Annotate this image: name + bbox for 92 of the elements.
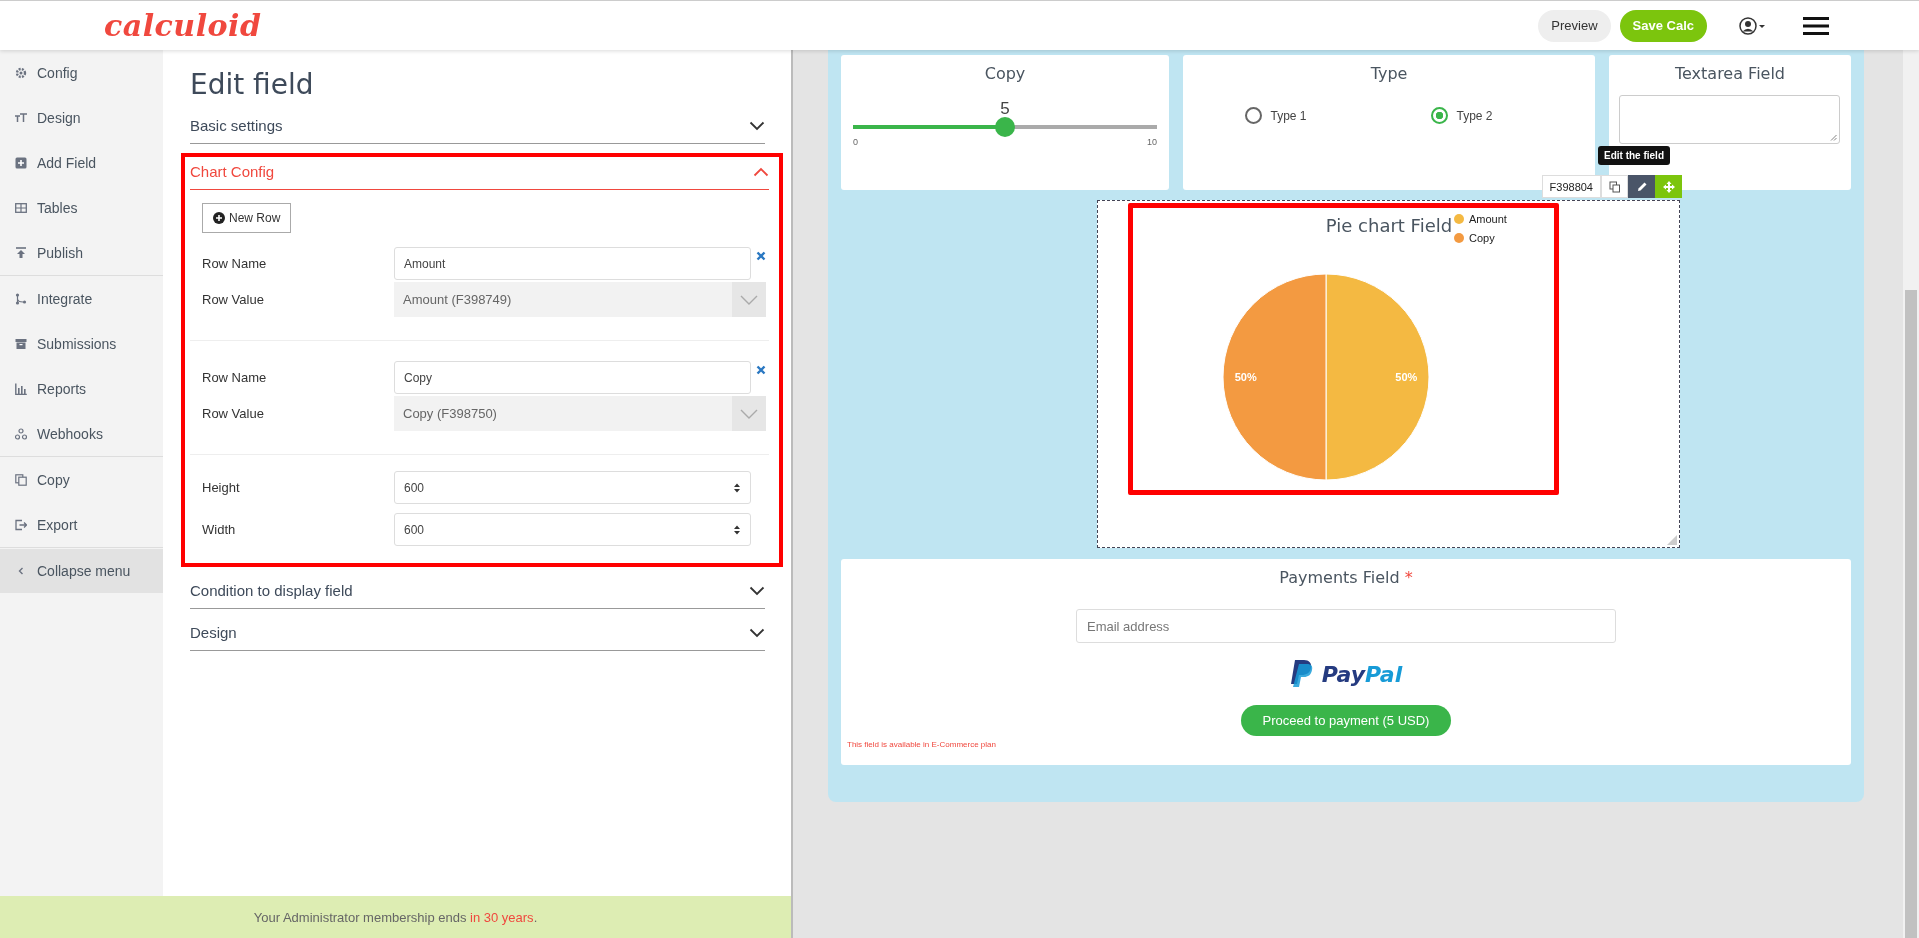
move-icon xyxy=(1662,180,1675,193)
plus-square-icon xyxy=(15,156,27,169)
sidebar-item[interactable]: Reports xyxy=(0,366,163,411)
spinner-icon xyxy=(733,481,741,494)
sidebar-item[interactable]: Export xyxy=(0,502,163,547)
menu-icon[interactable] xyxy=(1803,16,1829,35)
slider-thumb[interactable] xyxy=(995,117,1015,137)
field-title: Payments Field * xyxy=(1279,568,1413,587)
branch-icon xyxy=(15,292,27,305)
scrollbar[interactable] xyxy=(1903,50,1919,938)
plan-notice: This field is available in E-Commerce plan xyxy=(847,740,996,749)
sidebar-item[interactable]: Add Field xyxy=(0,140,163,185)
chart-title: Pie chart Field xyxy=(1325,215,1453,236)
accordion-header[interactable]: Design xyxy=(190,618,765,651)
field-label: Row Name xyxy=(202,370,268,385)
slider-value: 5 xyxy=(1000,99,1010,119)
field-label: Row Name xyxy=(202,256,268,271)
archive-icon xyxy=(15,337,27,350)
paypal-p-icon xyxy=(1289,660,1314,688)
legend-marker xyxy=(1454,214,1464,224)
accordion-header[interactable]: Chart Config xyxy=(190,161,769,190)
field-label: Width xyxy=(202,522,237,537)
edit-button[interactable] xyxy=(1628,175,1655,198)
field-title: Type xyxy=(1369,64,1409,83)
copy-icon xyxy=(15,473,27,486)
slice-label: 50% xyxy=(1395,371,1418,383)
remove-icon[interactable] xyxy=(756,365,766,375)
membership-notice: Your Administrator membership ends in 30 years. xyxy=(253,909,538,925)
field-id-label: F398804 xyxy=(1541,175,1601,198)
slider-max: 10 xyxy=(1147,137,1157,147)
copy-icon xyxy=(1608,180,1621,193)
accordion-header[interactable]: Basic settings xyxy=(190,111,765,144)
resize-grip-icon[interactable] xyxy=(1667,535,1677,545)
legend-label[interactable]: Copy xyxy=(1469,232,1495,244)
row-name-input[interactable]: Amount xyxy=(394,247,751,280)
field-label: Row Value xyxy=(202,292,265,307)
spinner-icon xyxy=(733,523,741,536)
radio-button[interactable] xyxy=(1245,107,1263,124)
number-input[interactable]: 600 xyxy=(394,513,751,546)
chevron-down-icon xyxy=(749,627,765,638)
panel-title: Edit field xyxy=(190,68,315,101)
field-title: Copy xyxy=(983,64,1027,83)
pencil-icon xyxy=(1635,180,1648,193)
sidebar-item[interactable]: Submissions xyxy=(0,321,163,366)
user-avatar-icon[interactable] xyxy=(1739,16,1767,35)
chevron-down-icon xyxy=(740,408,758,419)
row-value-select[interactable]: Amount (F398749) xyxy=(394,282,766,317)
sidebar-item[interactable]: Integrate xyxy=(0,276,163,321)
legend-marker xyxy=(1454,233,1464,243)
field-label: Height xyxy=(202,480,241,495)
sidebar-item[interactable]: Webhooks xyxy=(0,411,163,456)
radio-label: Type 1 xyxy=(1270,108,1307,123)
radio-label: Type 2 xyxy=(1456,108,1493,123)
duplicate-button[interactable] xyxy=(1601,175,1628,198)
remove-icon[interactable] xyxy=(756,251,766,261)
sidebar-item[interactable]: Copy xyxy=(0,457,163,502)
table-icon xyxy=(15,201,27,214)
radio-button[interactable] xyxy=(1431,107,1449,124)
new-row-button[interactable]: New Row xyxy=(202,203,292,233)
resize-grip-icon xyxy=(1830,134,1837,141)
logo[interactable]: calculoid xyxy=(104,8,262,43)
bar-chart-icon xyxy=(15,382,27,395)
row-name-input[interactable]: Copy xyxy=(394,361,751,394)
nodes-icon xyxy=(15,427,27,440)
sidebar-item[interactable]: Tables xyxy=(0,185,163,230)
slice-label: 50% xyxy=(1234,371,1257,383)
preview-button[interactable]: Preview xyxy=(1538,9,1611,42)
chevron-down-icon xyxy=(749,120,765,131)
field-label: Row Value xyxy=(202,406,265,421)
sidebar-item[interactable]: Design xyxy=(0,95,163,140)
upload-icon xyxy=(15,246,27,259)
field-title: Textarea Field xyxy=(1673,64,1787,83)
slider-min: 0 xyxy=(853,137,858,147)
chevron-down-icon xyxy=(740,294,758,305)
accordion-header[interactable]: Condition to display field xyxy=(190,576,765,609)
gear-icon xyxy=(15,66,27,79)
tooltip: Edit the field xyxy=(1598,146,1670,165)
sidebar-item[interactable]: Config xyxy=(0,50,163,95)
chevron-up-icon xyxy=(753,166,769,177)
plus-circle-icon xyxy=(213,212,225,224)
chevron-down-icon xyxy=(749,585,765,596)
legend-label[interactable]: Amount xyxy=(1469,213,1507,225)
email-input[interactable]: Email address xyxy=(1076,609,1616,643)
export-icon xyxy=(15,518,27,531)
paypal-logo: PayPal xyxy=(1321,661,1403,687)
slider[interactable] xyxy=(853,117,1157,137)
collapse-menu-button[interactable]: Collapse menu xyxy=(0,549,163,593)
text-icon xyxy=(15,111,27,124)
row-value-select[interactable]: Copy (F398750) xyxy=(394,396,766,431)
textarea-field[interactable] xyxy=(1619,95,1840,144)
number-input[interactable]: 600 xyxy=(394,471,751,504)
sidebar-item[interactable]: Publish xyxy=(0,230,163,275)
